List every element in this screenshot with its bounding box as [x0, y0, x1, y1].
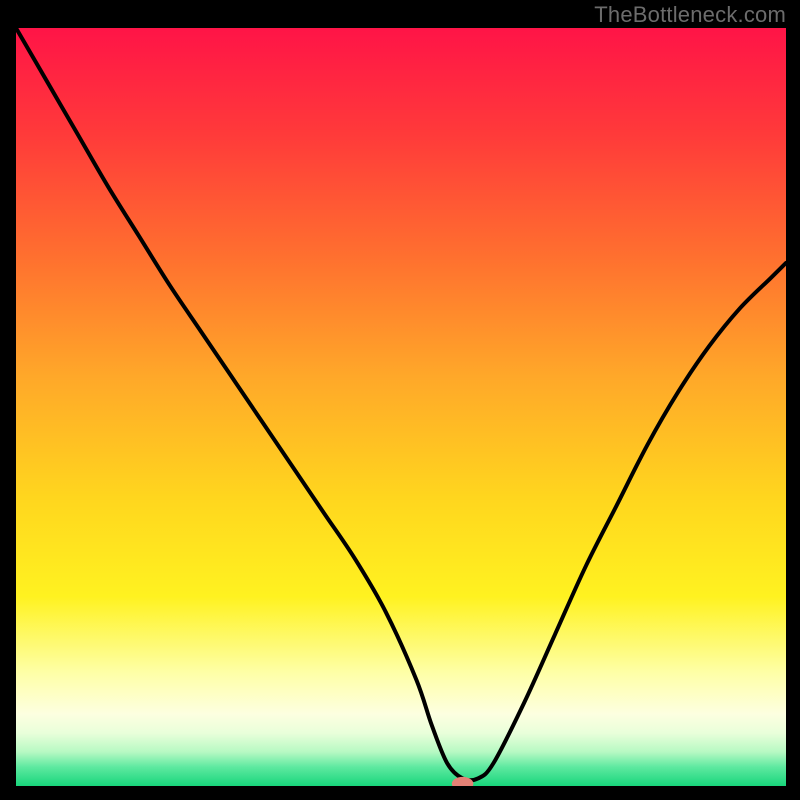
chart-svg [16, 28, 786, 786]
watermark-text: TheBottleneck.com [594, 2, 786, 28]
chart-plot [16, 28, 786, 786]
chart-frame: TheBottleneck.com [0, 0, 800, 800]
